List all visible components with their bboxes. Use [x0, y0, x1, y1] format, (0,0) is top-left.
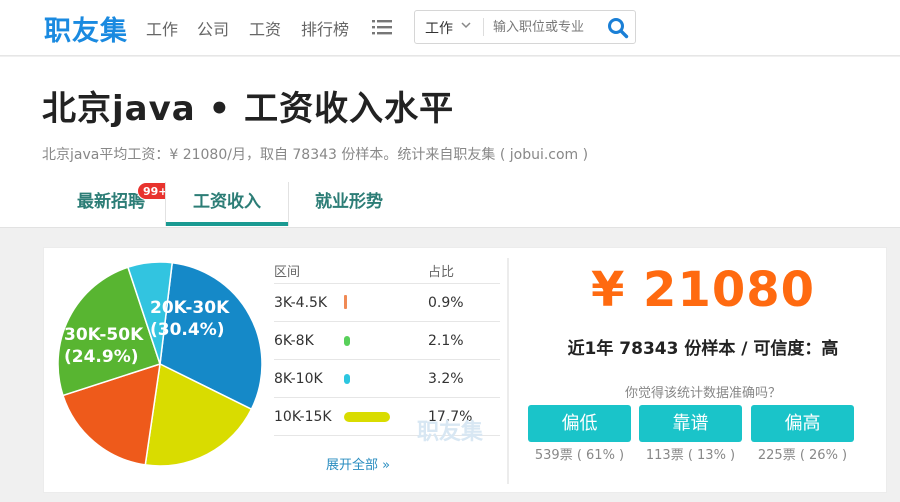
search-input[interactable] — [493, 15, 597, 39]
nav-salary[interactable]: 工资 — [249, 16, 281, 40]
page-subtitle: 北京java平均工资：¥ 21080/月，取自 78343 份样本。统计来自职友… — [42, 147, 589, 163]
range-label: 3K-4.5K — [274, 295, 328, 311]
page-header: 北京java • 工资收入水平 北京java平均工资：¥ 21080/月，取自 … — [0, 57, 900, 228]
range-label: 6K-8K — [274, 333, 314, 349]
percent-value: 3.2% — [428, 371, 464, 387]
tab-employment-trend[interactable]: 就业形势 — [296, 182, 402, 226]
accuracy-question: 你觉得该统计数据准确吗？ — [624, 386, 781, 401]
percent-value: 2.1% — [428, 333, 464, 349]
range-label: 10K-15K — [274, 409, 332, 425]
salary-distribution-table: 区间 占比 3K-4.5K 0.9% 6K-8K 2.1% 8K-10K 3.2… — [274, 256, 500, 436]
table-row: 6K-8K 2.1% — [274, 322, 500, 360]
salary-pie-chart: 20K-30K (30.4%) 30K-50K (24.9%) — [57, 258, 268, 470]
vote-too-high-count: 225票 ( 26% ) — [757, 448, 848, 463]
range-label: 8K-10K — [274, 371, 323, 387]
vote-too-low-count: 539票 ( 61% ) — [534, 448, 625, 463]
distribution-header: 区间 占比 — [274, 256, 500, 284]
table-row: 10K-15K 17.7% — [274, 398, 500, 436]
table-row: 8K-10K 3.2% — [274, 360, 500, 398]
column-range-header: 区间 — [274, 265, 301, 280]
column-percent-header: 占比 — [428, 265, 455, 280]
percent-bar — [344, 336, 350, 346]
percent-bar — [344, 295, 347, 309]
pie-svg — [57, 261, 263, 467]
search-icon[interactable] — [607, 17, 629, 39]
salary-card: 20K-30K (30.4%) 30K-50K (24.9%) 区间 占比 3K… — [43, 247, 887, 493]
nav-jobs[interactable]: 工作 — [146, 16, 178, 40]
vote-reliable-count: 113票 ( 13% ) — [645, 448, 736, 463]
salary-summary: ¥ 21080 近1年 78343 份样本 / 可信度：高 你觉得该统计数据准确… — [519, 248, 887, 494]
nav-rankings[interactable]: 排行榜 — [301, 16, 349, 40]
site-logo[interactable]: 职友集 — [44, 9, 128, 48]
table-row: 3K-4.5K 0.9% — [274, 284, 500, 322]
percent-value: 17.7% — [428, 409, 473, 425]
vote-reliable-button[interactable]: 靠谱 — [639, 405, 742, 442]
search-divider — [483, 18, 484, 36]
percent-bar — [344, 374, 350, 384]
top-navigation-bar: 职友集 工作 公司 工资 排行榜 工作 — [0, 0, 900, 56]
percent-value: 0.9% — [428, 295, 464, 311]
search-category-select[interactable]: 工作 — [425, 18, 453, 38]
menu-list-icon[interactable] — [372, 19, 392, 35]
page-title: 北京java • 工资收入水平 — [42, 89, 455, 129]
vertical-divider — [507, 258, 509, 484]
chevron-down-icon[interactable] — [461, 20, 471, 30]
percent-bar — [344, 412, 390, 422]
average-salary-value: ¥ 21080 — [590, 262, 816, 318]
search-box: 工作 — [414, 10, 636, 44]
sample-size-credibility: 近1年 78343 份样本 / 可信度：高 — [567, 339, 839, 359]
expand-all-link[interactable]: 展开全部 » — [326, 454, 390, 473]
tab-salary-income[interactable]: 工资收入 — [165, 182, 289, 226]
vote-too-low-button[interactable]: 偏低 — [528, 405, 631, 442]
vote-too-high-button[interactable]: 偏高 — [751, 405, 854, 442]
nav-companies[interactable]: 公司 — [197, 16, 229, 40]
